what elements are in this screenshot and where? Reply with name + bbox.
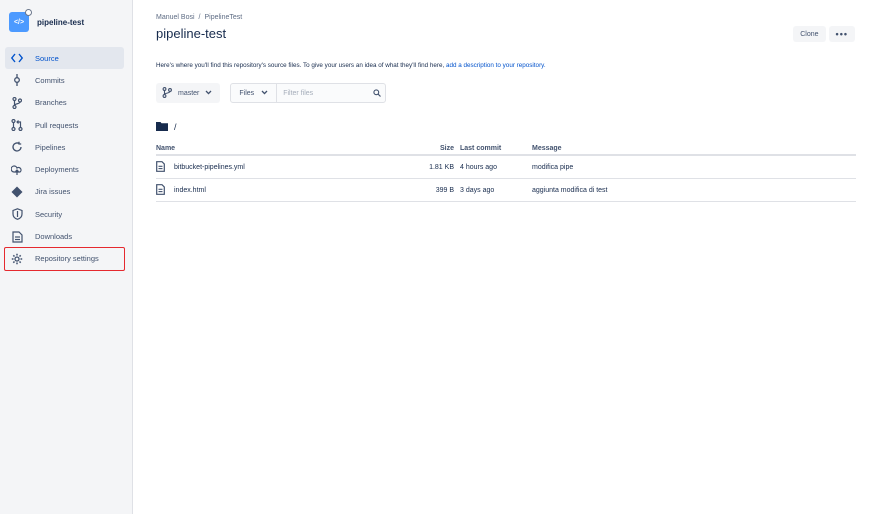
breadcrumb: Manuel Bosi / PipelineTest: [156, 14, 242, 21]
file-name-cell: index.html: [156, 183, 404, 197]
sidebar-item-pull-requests[interactable]: Pull requests: [5, 114, 124, 136]
add-description-link[interactable]: add a description to your repository.: [446, 62, 546, 69]
page-actions: Clone •••: [793, 26, 855, 42]
file-size: 399 B: [435, 186, 454, 194]
file-last-commit: 4 hours ago: [460, 163, 497, 171]
gear-icon: [10, 252, 24, 266]
col-name: Name: [156, 144, 176, 152]
pull-request-icon: [10, 118, 24, 132]
clone-button[interactable]: Clone: [793, 26, 826, 42]
branch-icon: [162, 86, 172, 100]
sidebar-item-label: Pipelines: [35, 142, 66, 152]
sidebar-item-repository-settings[interactable]: Repository settings: [4, 246, 125, 271]
chevron-down-icon: [205, 90, 212, 97]
branch-name: master: [178, 89, 200, 97]
repo-description: Here's where you'll find this repository…: [156, 62, 546, 69]
source-controls: master Files Filter files: [156, 83, 387, 103]
shield-icon: [10, 207, 24, 221]
sidebar-item-label: Security: [35, 209, 63, 219]
sidebar-item-branches[interactable]: Branches: [5, 92, 124, 114]
file-name-link[interactable]: bitbucket-pipelines.yml: [174, 164, 245, 171]
files-dropdown[interactable]: Files: [231, 84, 278, 102]
chevron-down-icon: [261, 90, 268, 97]
path-text[interactable]: /: [174, 122, 177, 132]
sidebar-item-deployments[interactable]: Deployments: [5, 158, 124, 180]
sidebar-item-label: Source: [35, 53, 59, 63]
sidebar-nav: Source Commits Branches Pull requests Pi…: [4, 47, 125, 271]
commit-icon: [10, 73, 24, 87]
file-commit-message: aggiunta modifica di test: [532, 186, 608, 194]
file-icon: [156, 183, 165, 197]
more-actions-button[interactable]: •••: [828, 26, 855, 42]
sidebar-item-label: Commits: [35, 75, 65, 85]
sidebar-item-pipelines[interactable]: Pipelines: [5, 136, 124, 158]
files-dropdown-label: Files: [239, 89, 255, 97]
breadcrumb-owner[interactable]: Manuel Bosi: [156, 14, 195, 21]
sidebar-item-commits[interactable]: Commits: [5, 69, 124, 91]
description-text: Here's where you'll find this repository…: [156, 62, 446, 69]
breadcrumb-project[interactable]: PipelineTest: [204, 14, 242, 21]
sidebar-item-label: Repository settings: [35, 254, 99, 264]
filter-files-input[interactable]: Filter files: [277, 90, 369, 97]
sidebar-item-source[interactable]: Source: [5, 47, 124, 70]
file-name-link[interactable]: index.html: [174, 187, 206, 194]
file-size: 1.81 KB: [429, 163, 454, 171]
branch-selector[interactable]: master: [156, 83, 221, 103]
sidebar-item-jira-issues[interactable]: Jira issues: [5, 181, 124, 203]
sidebar-item-label: Pull requests: [35, 120, 79, 130]
col-last-commit: Last commit: [460, 144, 502, 152]
table-row[interactable]: bitbucket-pipelines.yml 1.81 KB 4 hours …: [156, 156, 856, 179]
sidebar-item-label: Deployments: [35, 165, 79, 175]
downloads-icon: [10, 230, 24, 244]
page-title: pipeline-test: [156, 26, 227, 41]
col-size: Size: [439, 144, 454, 152]
sidebar-item-label: Branches: [35, 98, 67, 108]
private-badge-icon: [25, 9, 32, 16]
file-filter: Files Filter files: [230, 83, 387, 103]
col-message: Message: [532, 144, 562, 152]
sidebar-item-label: Downloads: [35, 232, 73, 242]
search-icon[interactable]: [369, 89, 385, 97]
folder-icon: [156, 121, 168, 133]
jira-icon: [10, 185, 24, 199]
deployments-icon: [10, 163, 24, 177]
repo-avatar: </>: [9, 9, 32, 32]
repo-name[interactable]: pipeline-test: [37, 18, 84, 27]
current-path: /: [156, 121, 177, 133]
sidebar-item-label: Jira issues: [35, 187, 71, 197]
file-commit-message: modifica pipe: [532, 163, 574, 171]
file-icon: [156, 160, 165, 174]
source-icon: [10, 51, 24, 65]
sidebar-item-downloads[interactable]: Downloads: [5, 225, 124, 247]
file-table: Name Size Last commit Message bitbucket-…: [156, 142, 856, 202]
code-icon: </>: [13, 18, 25, 26]
table-header: Name Size Last commit Message: [156, 142, 856, 156]
table-row[interactable]: index.html 399 B 3 days ago aggiunta mod…: [156, 179, 856, 202]
main-content: Manuel Bosi / PipelineTest pipeline-test C…: [156, 0, 856, 514]
repo-header[interactable]: </> pipeline-test: [9, 9, 84, 32]
sidebar: </> pipeline-test Source Commits Branche…: [0, 0, 133, 514]
branch-icon: [10, 96, 24, 110]
file-name-cell: bitbucket-pipelines.yml: [156, 160, 404, 174]
pipelines-icon: [10, 140, 24, 154]
file-last-commit: 3 days ago: [460, 186, 495, 194]
breadcrumb-separator: /: [198, 14, 201, 21]
sidebar-item-security[interactable]: Security: [5, 203, 124, 225]
